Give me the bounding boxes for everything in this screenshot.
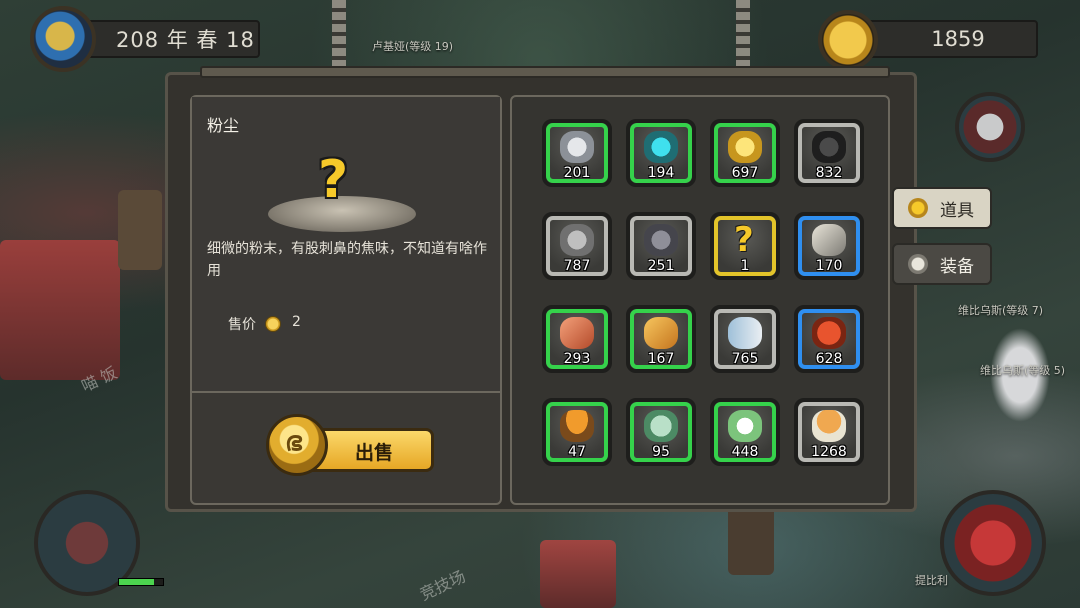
npc-label-top: 卢基娅(等级 19)	[372, 40, 454, 53]
unknown-dust-icon: ?	[734, 220, 754, 260]
tab-equipment[interactable]: 装备	[892, 243, 992, 285]
inventory-slot[interactable]: 201	[542, 119, 612, 187]
sell-button[interactable]: ഭ 出售	[262, 414, 434, 484]
stone-icon	[560, 224, 594, 256]
coin-icon	[265, 316, 281, 332]
slot-quantity: 293	[563, 351, 591, 367]
inventory-slot[interactable]: 832	[794, 119, 864, 187]
npc-label-right-2: 维比乌斯(等级 5)	[980, 364, 1066, 377]
tab-equipment-label: 装备	[940, 256, 974, 277]
blue-crystal-ore-icon	[644, 131, 678, 163]
item-description: 细微的粉末，有股刺鼻的焦味，不知道有啥作用	[207, 241, 487, 279]
iron-ore-icon	[644, 224, 678, 256]
npc-label-right-1: 维比乌斯(等级 7)	[958, 304, 1044, 317]
slot-quantity: 251	[647, 258, 675, 274]
battle-shield-button[interactable]	[940, 490, 1046, 596]
inventory-slot[interactable]: 167	[626, 305, 696, 373]
tower-left	[118, 190, 162, 270]
inventory-slot[interactable]: 1268	[794, 398, 864, 466]
slot-quantity: 194	[647, 165, 675, 181]
slot-quantity: 201	[563, 165, 591, 181]
inventory-slot[interactable]: 628	[794, 305, 864, 373]
gold-ore-icon	[728, 131, 762, 163]
slot-quantity: 697	[731, 165, 759, 181]
claw-icon	[560, 317, 594, 349]
feather-icon	[644, 317, 678, 349]
inventory-slot[interactable]: 697	[710, 119, 780, 187]
inventory-slot[interactable]: 95	[626, 398, 696, 466]
slot-quantity: 1268	[811, 444, 847, 460]
pumpkin-icon	[812, 317, 846, 349]
slot-quantity: 787	[563, 258, 591, 274]
pouch-icon	[908, 198, 928, 218]
inventory-slot[interactable]: 293	[542, 305, 612, 373]
tab-items-label: 道具	[940, 200, 974, 221]
gold-coin-icon	[818, 10, 878, 70]
build-progress-bar	[118, 578, 164, 586]
slot-quantity: 170	[815, 258, 843, 274]
slot-quantity: 628	[815, 351, 843, 367]
inventory-grid: 201 194 697 832 787 251? 1 170 293 167 765 628 47 95 4…	[510, 95, 890, 505]
slot-quantity: 1	[740, 258, 750, 274]
character-portrait-button[interactable]	[955, 92, 1025, 162]
inventory-slot[interactable]: 47	[542, 398, 612, 466]
slot-quantity: 832	[815, 165, 843, 181]
helmet-icon	[908, 254, 928, 274]
chain-right	[736, 0, 750, 70]
inventory-slot[interactable]: 787	[542, 212, 612, 280]
npc-label-bottom-right: 提比利	[915, 574, 948, 587]
slot-quantity: 765	[731, 351, 759, 367]
date-display: 208 年 春 18	[70, 20, 260, 58]
inventory-slot[interactable]: ? 1	[710, 212, 780, 280]
chain-left	[332, 0, 346, 70]
window-top-rail	[200, 66, 890, 78]
season-clock-icon[interactable]	[30, 6, 96, 72]
coal-icon	[812, 131, 846, 163]
herb-leaf-icon	[644, 410, 678, 442]
inventory-slot[interactable]: 194	[626, 119, 696, 187]
inventory-slot[interactable]: 765	[710, 305, 780, 373]
inventory-slot[interactable]: 251	[626, 212, 696, 280]
building-left	[0, 240, 120, 380]
tower-bottom	[728, 505, 774, 575]
spotted-mushroom-icon	[812, 410, 846, 442]
gold-amount: 1859	[931, 27, 985, 51]
building-bottom	[540, 540, 616, 608]
slot-quantity: 167	[647, 351, 675, 367]
item-title: 粉尘	[207, 116, 240, 135]
slot-quantity: 95	[652, 444, 670, 460]
horn-icon	[812, 224, 846, 256]
fish-icon	[728, 317, 762, 349]
coin-bag-icon: ഭ	[266, 414, 328, 476]
inventory-slot[interactable]: 448	[710, 398, 780, 466]
date-text: 208 年 春 18	[116, 28, 255, 52]
sell-button-label: 出售	[355, 442, 394, 464]
orange-mushroom-icon	[560, 410, 594, 442]
slot-quantity: 47	[568, 444, 586, 460]
price-value: 2	[292, 314, 301, 330]
silver-ore-icon	[560, 131, 594, 163]
price-label: 售价	[228, 317, 256, 333]
tab-items[interactable]: 道具	[892, 187, 992, 229]
unknown-item-icon: ?	[318, 150, 349, 210]
white-flower-icon	[728, 410, 762, 442]
inventory-slot[interactable]: 170	[794, 212, 864, 280]
slot-quantity: 448	[731, 444, 759, 460]
